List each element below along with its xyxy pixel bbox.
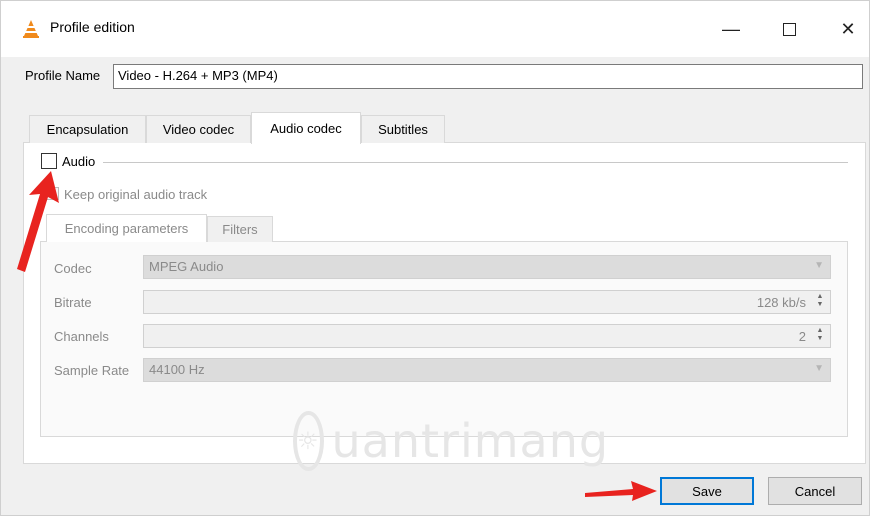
cancel-button[interactable]: Cancel: [768, 477, 862, 505]
tab-encapsulation[interactable]: Encapsulation: [29, 115, 146, 143]
window-title: Profile edition: [50, 19, 135, 35]
audio-checkbox[interactable]: [41, 153, 57, 169]
bitrate-spinbox[interactable]: 128 kb/s ▲ ▼: [143, 290, 831, 314]
bitrate-value: 128 kb/s: [756, 295, 806, 310]
tab-video-codec[interactable]: Video codec: [146, 115, 251, 143]
tab-encoding-parameters[interactable]: Encoding parameters: [46, 214, 207, 242]
spin-arrows-icon[interactable]: ▲ ▼: [813, 327, 827, 345]
maximize-button[interactable]: [766, 11, 812, 47]
minimize-icon: —: [722, 18, 740, 39]
channels-label: Channels: [54, 329, 109, 344]
codec-select[interactable]: MPEG Audio ▼: [143, 255, 831, 279]
close-icon: ✕: [840, 18, 856, 39]
close-button[interactable]: ✕: [825, 11, 870, 47]
channels-value: 2: [798, 329, 806, 344]
title-bar: Profile edition — ✕: [1, 1, 869, 57]
vlc-cone-icon: [23, 20, 39, 38]
red-arrow-annotation-icon: [585, 481, 657, 501]
profile-name-label: Profile Name: [25, 68, 101, 83]
group-divider: [103, 162, 848, 163]
bitrate-label: Bitrate: [54, 295, 92, 310]
profile-name-input[interactable]: Video - H.264 + MP3 (MP4): [113, 64, 863, 89]
tab-audio-codec[interactable]: Audio codec: [251, 112, 361, 144]
tab-filters[interactable]: Filters: [207, 216, 273, 242]
profile-edition-window: Profile edition — ✕ Profile Name Video -…: [0, 0, 870, 516]
minimize-button[interactable]: —: [708, 11, 754, 47]
save-button[interactable]: Save: [660, 477, 754, 505]
keep-original-label: Keep original audio track: [64, 187, 208, 202]
tab-subtitles[interactable]: Subtitles: [361, 115, 445, 143]
sample-rate-value: 44100 Hz: [149, 362, 205, 377]
sample-rate-label: Sample Rate: [54, 363, 130, 378]
maximize-icon: [782, 22, 796, 36]
audio-checkbox-label[interactable]: Audio: [62, 154, 95, 169]
spin-arrows-icon[interactable]: ▲ ▼: [813, 293, 827, 311]
channels-spinbox[interactable]: 2 ▲ ▼: [143, 324, 831, 348]
chevron-down-icon: ▼: [814, 260, 824, 271]
chevron-down-icon: ▼: [814, 363, 824, 374]
sample-rate-select[interactable]: 44100 Hz ▼: [143, 358, 831, 382]
codec-value: MPEG Audio: [149, 259, 224, 274]
